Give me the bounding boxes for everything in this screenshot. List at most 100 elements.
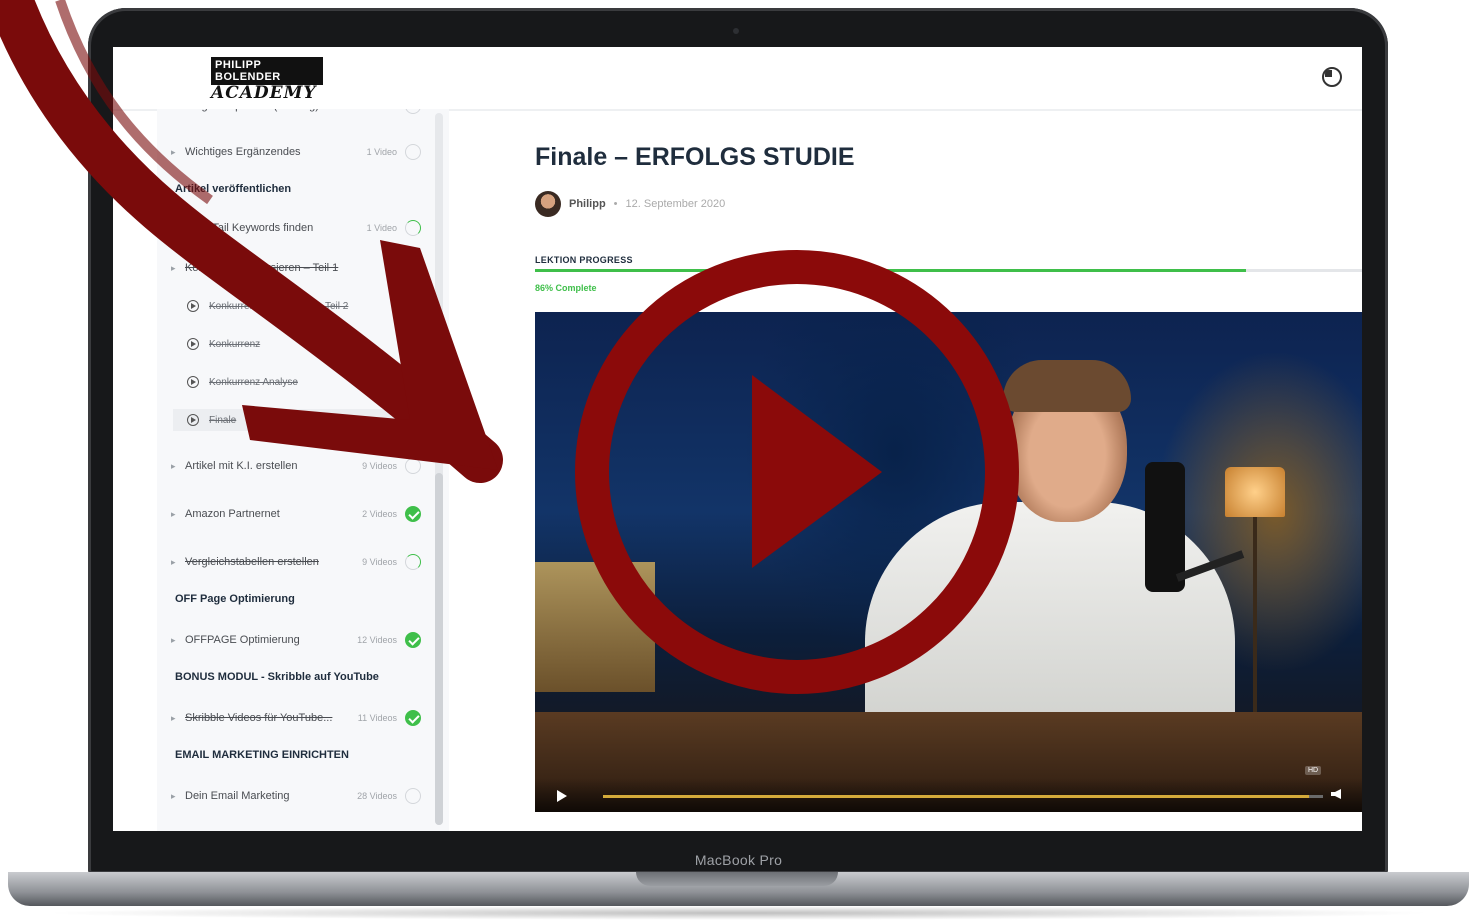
laptop-shadow [40, 906, 1437, 920]
sidebar-section-title: Artikel veröffentlichen [175, 183, 292, 195]
lesson-title: Finale – ERFOLGS STUDIE [535, 143, 855, 171]
module-count: 2 Videos [362, 509, 397, 519]
sidebar-lesson[interactable]: Konkurrenz Analyse [187, 371, 427, 393]
module-count: 1 Video [357, 109, 397, 111]
progress-circle-icon [405, 458, 421, 474]
progress-label: LEKTION PROGRESS [535, 255, 633, 265]
sidebar-section-title: BONUS MODUL - Skribble auf YouTube [175, 671, 379, 683]
chevron-right-icon: ▸ [171, 262, 176, 273]
sidebar-module[interactable]: ▸ Vergleichstabellen erstellen 9 Videos [171, 551, 421, 573]
chevron-right-icon: ▸ [171, 146, 176, 157]
video-scrubber-fill [603, 795, 1309, 798]
sidebar-module[interactable]: ▸ Konkurrenz analysieren – Teil 1 [171, 257, 421, 279]
module-count: 9 Videos [362, 461, 397, 471]
progress-circle-icon [405, 260, 421, 276]
sidebar-module[interactable]: ▸ Dein Email Marketing 28 Videos [171, 785, 421, 807]
module-label: Amazon Partnernet [185, 508, 280, 520]
module-label: Konkurrenz analysieren – Teil 1 [185, 262, 339, 274]
module-label: Artikel mit K.I. erstellen [185, 460, 298, 472]
module-label: Wichtiges Ergänzendes [185, 146, 301, 158]
video-scene-person-hair [1003, 360, 1131, 412]
sidebar-lesson[interactable]: Konkurrenz analysieren – Teil 2 [187, 295, 427, 317]
video-scene-monitor [535, 562, 655, 692]
module-label: Fragen anpassen (Anhang) [185, 109, 357, 112]
chevron-right-icon: ▸ [171, 556, 176, 567]
laptop-notch [636, 872, 838, 886]
lesson-date: 12. September 2020 [625, 198, 726, 210]
play-icon[interactable] [557, 790, 567, 802]
video-scene-lamp-stand [1253, 517, 1257, 717]
sidebar-section-title: EMAIL MARKETING EINRICHTEN [175, 749, 349, 761]
camera-dot [733, 28, 739, 34]
chevron-right-icon: ▸ [171, 508, 176, 519]
module-label: Dein Email Marketing [185, 790, 290, 802]
progress-circle-icon [405, 109, 421, 114]
check-circle-icon [405, 632, 421, 648]
chevron-right-icon: ▸ [171, 222, 176, 233]
meta-separator: • [613, 198, 618, 210]
lesson-label: Konkurrenz Analyse [209, 376, 298, 388]
progress-circle-icon [405, 144, 421, 160]
lesson-meta: Philipp • 12. September 2020 [535, 191, 725, 217]
author-avatar [535, 191, 561, 217]
progress-text: 86% Complete [535, 283, 597, 293]
sidebar-module[interactable]: ▸ Wichtiges Ergänzendes 1 Video [171, 141, 421, 163]
top-bar: PHILIPP BOLENDER ACADEMY [113, 47, 1362, 111]
progress-circle-icon [405, 220, 421, 236]
author-name[interactable]: Philipp [569, 198, 606, 210]
progress-bar-fill [535, 269, 1247, 272]
sidebar-module[interactable]: ▸ OFFPAGE Optimierung 12 Videos [171, 629, 421, 651]
lesson-content: Finale – ERFOLGS STUDIE Philipp • 12. Se… [535, 109, 1362, 831]
module-count: 11 Videos [357, 713, 397, 723]
module-count: 1 Video [366, 147, 397, 157]
video-scrubber[interactable] [603, 795, 1323, 798]
sidebar-module[interactable]: ▸ Long Tail Keywords finden 1 Video [171, 217, 421, 239]
logo-bottom-text: ACADEMY [211, 83, 317, 103]
module-count: 28 Videos [357, 791, 397, 801]
lesson-label: Konkurrenz analysieren – Teil 2 [209, 300, 349, 312]
chevron-right-icon: ▸ [171, 634, 176, 645]
sidebar-module[interactable]: ▸Fragen anpassen (Anhang)1 Video [171, 109, 421, 117]
theme-toggle-icon[interactable] [1322, 67, 1342, 87]
video-scene-lamp [1225, 467, 1285, 517]
progress-circle-icon [405, 554, 421, 570]
module-count: 1 Video [366, 223, 397, 233]
screen: PHILIPP BOLENDER ACADEMY ▸Fragen anpasse… [113, 47, 1362, 831]
check-circle-icon [405, 710, 421, 726]
sidebar-module[interactable]: ▸ Skribble Videos für YouTube... 11 Videos [171, 707, 421, 729]
chevron-right-icon: ▸ [171, 109, 185, 112]
sidebar-lesson[interactable]: Finale [173, 409, 427, 431]
module-count: 9 Videos [362, 557, 397, 567]
academy-logo[interactable]: PHILIPP BOLENDER ACADEMY [211, 57, 323, 103]
module-label: OFFPAGE Optimierung [185, 634, 300, 646]
sidebar-scrollbar[interactable] [435, 113, 443, 825]
check-circle-icon [405, 506, 421, 522]
lesson-play-icon [187, 414, 199, 426]
sidebar-module[interactable]: ▸ Amazon Partnernet 2 Videos [171, 503, 421, 525]
sidebar-lesson[interactable]: Konkurrenz [187, 333, 427, 355]
sidebar-module[interactable]: ▸ Artikel mit K.I. erstellen 9 Videos [171, 455, 421, 477]
module-label: Vergleichstabellen erstellen [185, 556, 319, 568]
chevron-right-icon: ▸ [171, 790, 176, 801]
video-controls [535, 778, 1362, 812]
video-player[interactable]: HD [535, 312, 1362, 812]
progress-circle-icon [405, 788, 421, 804]
course-sidebar: ▸Fragen anpassen (Anhang)1 Video▸Wichtig… [157, 109, 449, 831]
progress-bar [535, 269, 1362, 272]
lesson-play-icon [187, 338, 199, 350]
module-label: Long Tail Keywords finden [185, 222, 314, 234]
lesson-label: Konkurrenz [209, 338, 261, 350]
chevron-right-icon: ▸ [171, 712, 176, 723]
volume-icon[interactable] [1331, 789, 1341, 799]
lesson-play-icon [187, 376, 199, 388]
sidebar-scroll-thumb[interactable] [435, 473, 443, 825]
module-label: Skribble Videos für YouTube... [185, 712, 333, 724]
hd-badge[interactable]: HD [1305, 766, 1322, 775]
sidebar-section-title: OFF Page Optimierung [175, 593, 295, 605]
device-label: MacBook Pro [694, 852, 783, 868]
logo-top-text: PHILIPP BOLENDER [211, 57, 323, 85]
module-count: 12 Videos [357, 635, 397, 645]
lesson-play-icon [187, 300, 199, 312]
chevron-right-icon: ▸ [171, 460, 176, 471]
lesson-label: Finale [209, 414, 237, 426]
